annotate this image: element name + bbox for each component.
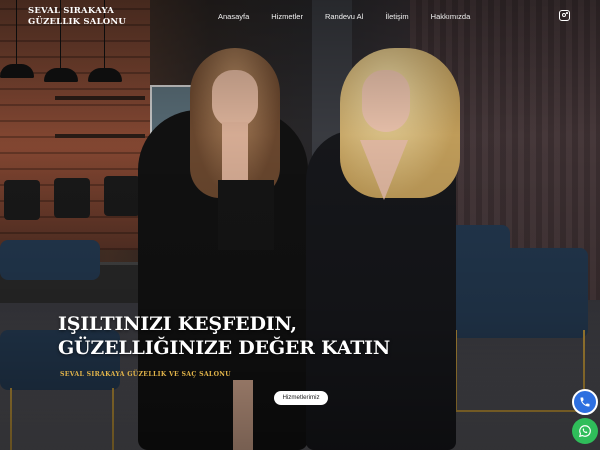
hero-headline: IŞILTINIZI KEŞFEDIN, GÜZELLIĞINIZE DEĞER… (58, 312, 478, 360)
headline-line-1: IŞILTINIZI KEŞFEDIN, (58, 313, 297, 335)
instagram-icon[interactable] (559, 10, 570, 21)
nav-item-hizmetler[interactable]: Hizmetler (271, 12, 303, 21)
services-button[interactable]: Hizmetlerimiz (274, 391, 328, 405)
logo-line-2: GÜZELLIK SALONU (28, 17, 126, 27)
site-header: SEVAL SIRAKAYA GÜZELLIK SALONU Anasayfa … (0, 0, 600, 36)
logo-line-1: SEVAL SIRAKAYA (28, 6, 114, 16)
phone-icon (580, 397, 590, 407)
hero-background (0, 0, 600, 450)
nav-item-anasayfa[interactable]: Anasayfa (218, 12, 249, 21)
whatsapp-button[interactable] (572, 418, 598, 444)
whatsapp-icon (578, 425, 591, 438)
site-logo[interactable]: SEVAL SIRAKAYA GÜZELLIK SALONU (28, 6, 126, 28)
nav-item-hakkimizda[interactable]: Hakkımızda (431, 12, 471, 21)
main-nav: Anasayfa Hizmetler Randevu Al İletişim H… (218, 12, 492, 21)
nav-item-randevu-al[interactable]: Randevu Al (325, 12, 363, 21)
hero-subtitle: SEVAL SIRAKAYA GÜZELLIK VE SAÇ SALONU (60, 371, 231, 378)
phone-button[interactable] (572, 389, 598, 415)
nav-item-iletisim[interactable]: İletişim (385, 12, 408, 21)
headline-line-2: GÜZELLIĞINIZE DEĞER KATIN (58, 337, 390, 359)
